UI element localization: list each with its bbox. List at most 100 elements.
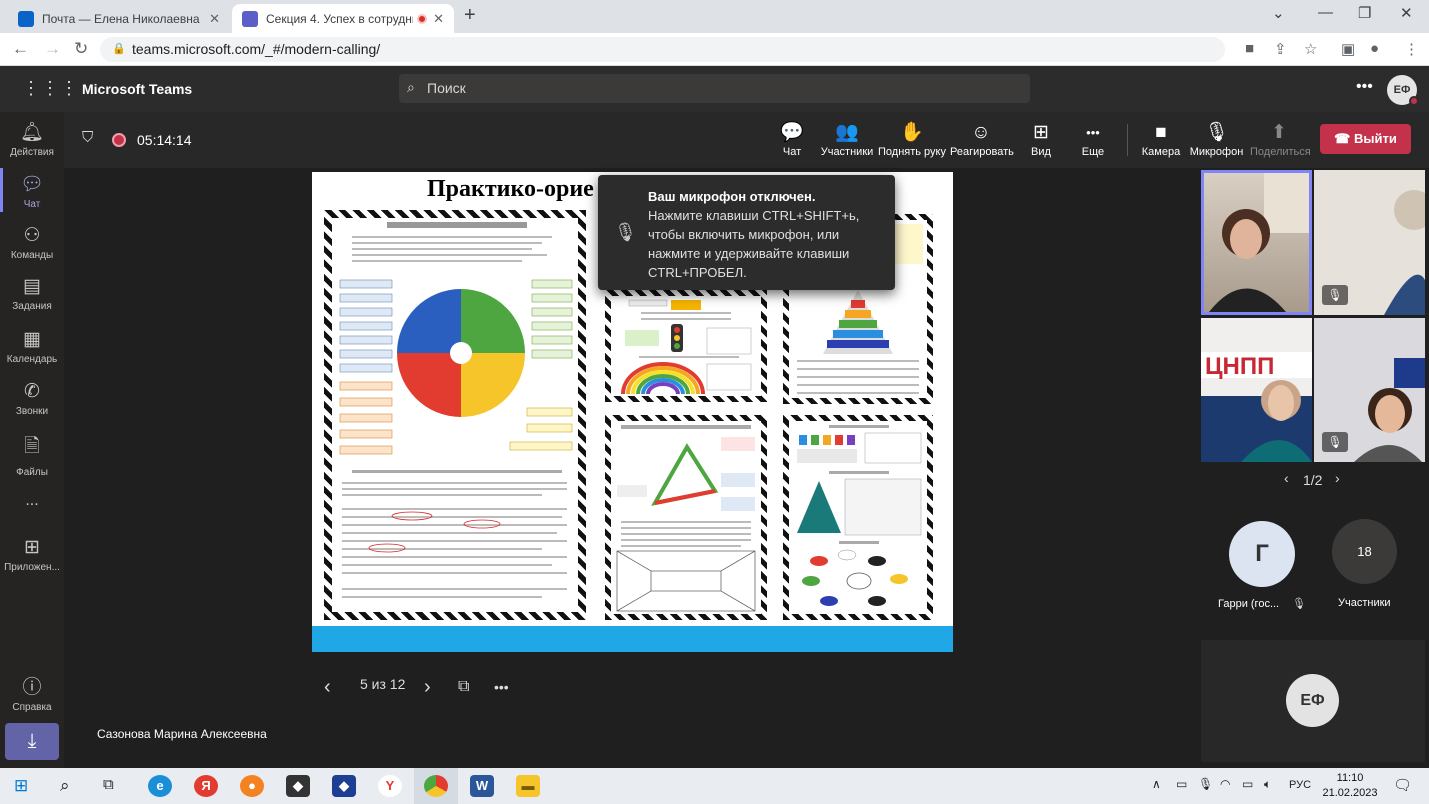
task-view-icon[interactable]: ⧉ (103, 776, 114, 793)
avatar-initials: ЕФ (1393, 84, 1411, 96)
yandex-icon[interactable]: Я (194, 775, 218, 797)
poster-panel-content (332, 218, 578, 612)
rail-item-calls[interactable]: ✆ Звонки (0, 380, 64, 417)
status-busy-icon (1409, 96, 1419, 106)
apps-icon: ⊞ (24, 537, 40, 558)
download-icon: ⤓ (27, 730, 37, 752)
download-app-button[interactable]: ⤓ (5, 723, 59, 760)
participants-count: 18 (1357, 544, 1372, 559)
bell-icon: 🔔︎ (19, 122, 45, 143)
browser-tab-teams[interactable]: Секция 4. Успех в сотрудни ✕ (232, 4, 454, 33)
participant-video-tile[interactable]: ЦНПП (1201, 318, 1312, 462)
new-tab-button[interactable]: + (464, 4, 476, 27)
mic-off-icon: 🎙 (1322, 432, 1348, 452)
participant-video-tile[interactable] (1201, 170, 1312, 315)
yandex-browser-icon[interactable]: Y (378, 775, 402, 797)
more-actions-button[interactable]: ••• Еще (1076, 120, 1110, 158)
slide-grid-icon[interactable]: ⧉ (458, 678, 469, 696)
tray-mic-icon[interactable]: 🎙 (1198, 777, 1213, 791)
input-language[interactable]: РУС (1289, 779, 1311, 791)
taskbar-clock[interactable]: 11:10 21.02.2023 (1320, 771, 1380, 801)
notification-title: Ваш микрофон отключен. (648, 189, 816, 204)
prev-slide-icon[interactable]: ‹ (324, 676, 331, 699)
maximize-button[interactable]: ❐ (1358, 4, 1371, 22)
raise-hand-button[interactable]: ✋ Поднять руку (878, 120, 946, 158)
rail-item-assignments[interactable]: ▤ Задания (0, 275, 64, 312)
guest-avatar[interactable]: Г (1229, 521, 1295, 587)
edge-icon[interactable]: e (148, 775, 172, 797)
security-app-icon[interactable]: ◆ (332, 775, 356, 797)
toolbar-divider (1127, 124, 1128, 156)
notification-body: Нажмите клавиши CTRL+SHIFT+ь, чтобы вклю… (648, 208, 860, 280)
notifications-icon[interactable]: 🗨︎ (1393, 776, 1412, 794)
rail-item-calendar[interactable]: ▦ Календарь (0, 328, 64, 365)
participant-video-tile[interactable]: 🎙 (1314, 170, 1425, 315)
minimize-button[interactable]: — (1318, 4, 1333, 21)
volume-icon[interactable]: 🔈︎ (1264, 777, 1271, 792)
rail-item-apps[interactable]: ⊞ Приложен... (0, 536, 64, 573)
hand-icon: ✋ (900, 122, 924, 143)
prev-page-icon[interactable]: ‹ (1284, 470, 1289, 486)
forward-icon[interactable]: → (44, 39, 61, 59)
blender-icon[interactable]: ● (240, 775, 264, 797)
slide-more-icon[interactable]: ••• (494, 679, 509, 695)
word-icon[interactable]: W (470, 775, 494, 797)
bookmark-star-icon[interactable]: ☆ (1304, 40, 1317, 58)
next-slide-icon[interactable]: › (424, 676, 431, 699)
wifi-icon[interactable]: ◠ (1220, 777, 1230, 791)
gallery-pager: ‹ 1/2 › (1200, 470, 1429, 492)
rail-item-activity[interactable]: 🔔︎ Действия (0, 120, 64, 158)
react-button[interactable]: ☺ Реагировать (950, 120, 1014, 158)
file-explorer-icon[interactable]: ▬ (516, 775, 540, 797)
close-tab-icon[interactable]: ✕ (433, 11, 444, 27)
more-options-icon[interactable]: ••• (1356, 78, 1373, 96)
camera-button[interactable]: ■ Камера (1140, 120, 1182, 158)
reload-icon[interactable]: ↻ (74, 39, 88, 59)
outlook-icon (18, 10, 34, 27)
participant-video-tile[interactable]: 🎙 (1314, 318, 1425, 462)
profile-icon[interactable]: ● (1370, 40, 1379, 57)
windows-start-icon[interactable]: ⊞ (14, 776, 28, 796)
file-icon: 🗎 (24, 436, 40, 457)
rail-item-files[interactable]: 🗎 Файлы (0, 432, 64, 478)
tray-chevron-icon[interactable]: ∧ (1152, 777, 1161, 791)
share-button[interactable]: ⬆ Поделиться (1250, 120, 1311, 158)
mic-off-icon: 🎙 (1292, 598, 1306, 610)
leave-button[interactable]: ☎ Выйти (1320, 124, 1411, 154)
close-tab-icon[interactable]: ✕ (209, 11, 220, 27)
chat-button[interactable]: 💬 Чат (775, 120, 809, 158)
close-window-button[interactable]: ✕ (1400, 4, 1413, 22)
participants-overflow-button[interactable]: 18 (1332, 519, 1397, 584)
tab-search-icon[interactable]: ⌄ (1272, 4, 1285, 22)
browser-menu-icon[interactable]: ⋮ (1404, 40, 1419, 58)
shield-app-icon[interactable]: ◆ (286, 775, 310, 797)
participants-button[interactable]: 👥 Участники (818, 120, 876, 158)
browser-tab-mail[interactable]: Почта — Елена Николаевна Фу ✕ (8, 4, 230, 33)
rail-item-teams[interactable]: ⚇ Команды (0, 224, 64, 261)
next-page-icon[interactable]: › (1335, 470, 1340, 486)
tray-app-icon[interactable]: ▭ (1176, 777, 1187, 791)
rail-item-more[interactable]: ... (0, 492, 64, 510)
app-name: Microsoft Teams (82, 81, 193, 97)
search-input[interactable]: ⌕ Поиск (399, 74, 1030, 103)
search-icon[interactable]: ⌕ (60, 776, 70, 796)
url-input[interactable]: 🔒 teams.microsoft.com/_#/modern-calling/ (100, 37, 1225, 62)
hangup-icon: ☎ (1334, 131, 1354, 146)
clock-time: 11:10 (1336, 772, 1364, 784)
battery-icon[interactable]: ▭ (1242, 777, 1253, 791)
slide-title: Практико-орие (427, 176, 594, 202)
lock-icon: 🔒 (112, 43, 126, 55)
camera-permission-icon[interactable]: ■ (1245, 40, 1254, 57)
chrome-icon[interactable] (424, 775, 448, 797)
app-launcher-icon[interactable]: ⋮⋮⋮ (22, 78, 79, 99)
rail-item-help[interactable]: ⓘ Справка (0, 672, 64, 713)
user-avatar[interactable]: ЕФ (1387, 75, 1419, 106)
view-button[interactable]: ⊞ Вид (1025, 120, 1057, 158)
mic-off-icon: 🎙 (1204, 122, 1229, 143)
rail-item-chat[interactable]: 💬︎ Чат (0, 172, 64, 210)
side-panel-icon[interactable]: ▣ (1341, 40, 1355, 58)
microphone-button[interactable]: 🎙 Микрофон (1189, 120, 1244, 158)
share-icon[interactable]: ⇪ (1274, 40, 1287, 58)
back-icon[interactable]: ← (12, 39, 29, 59)
mic-off-icon: 🎙 (614, 222, 637, 242)
